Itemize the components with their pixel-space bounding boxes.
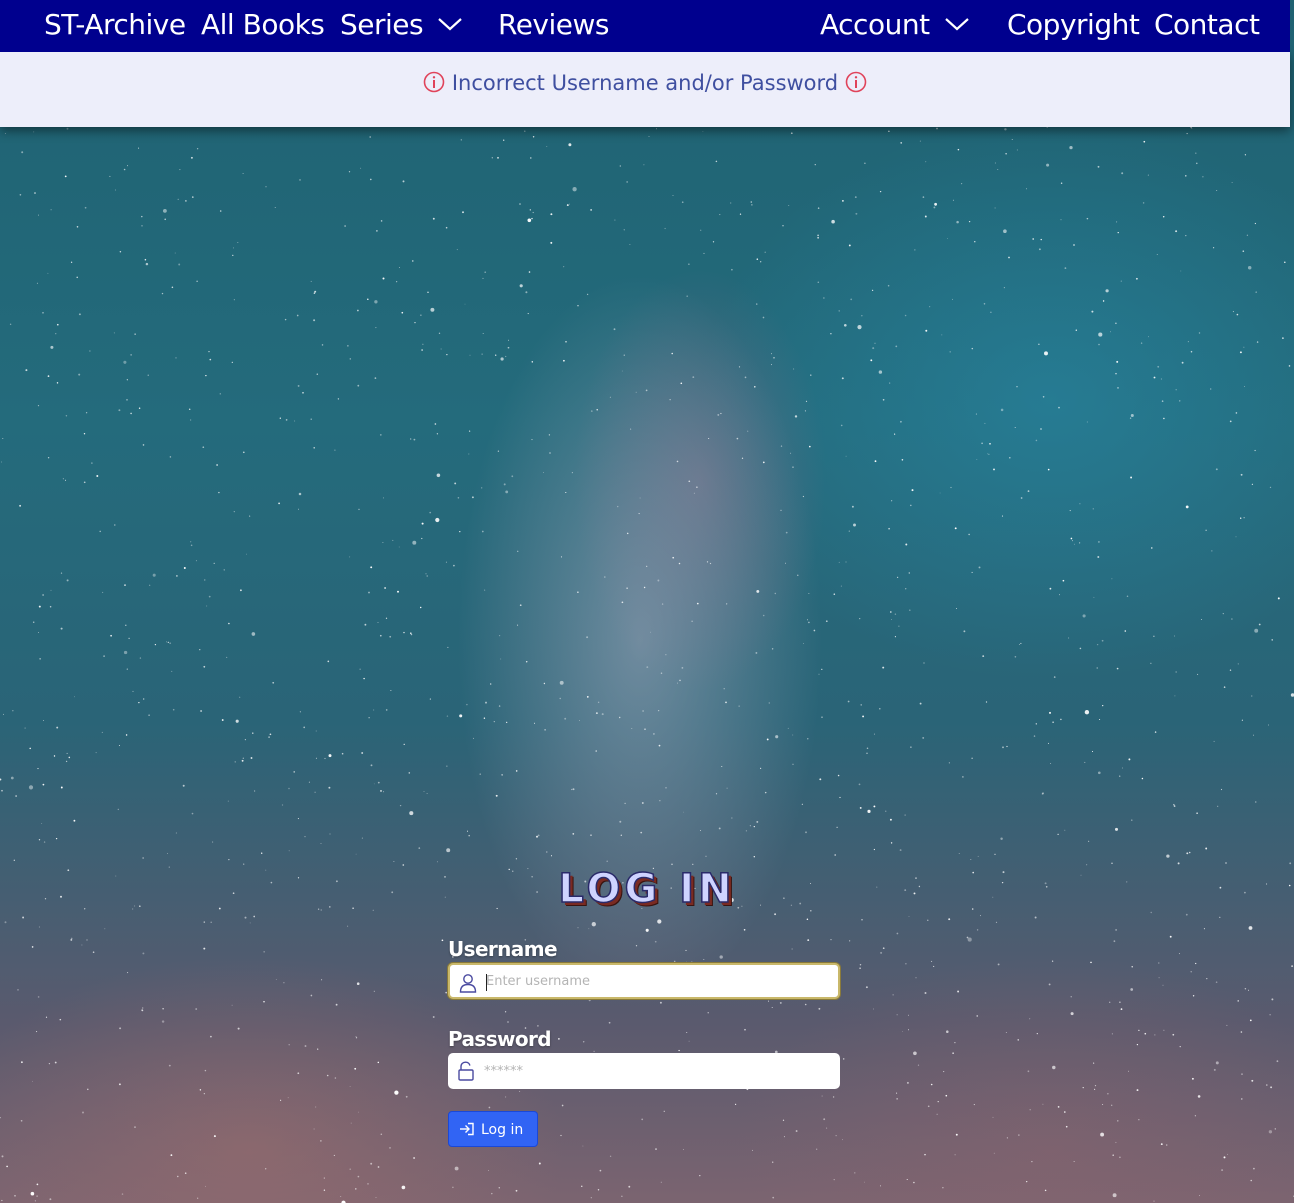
error-alert: Incorrect Username and/or Password bbox=[0, 71, 1290, 95]
password-input[interactable] bbox=[484, 1053, 824, 1089]
username-label: Username bbox=[448, 937, 558, 961]
info-circle-icon bbox=[423, 71, 445, 93]
chevron-down-icon bbox=[944, 18, 969, 31]
password-label: Password bbox=[448, 1027, 552, 1051]
chevron-down-icon bbox=[438, 18, 462, 31]
username-field-wrapper bbox=[448, 963, 840, 999]
login-button[interactable]: Log in bbox=[448, 1111, 539, 1147]
nav-series-label: Series bbox=[340, 8, 424, 41]
top-navbar: ST-Archive All Books Series Reviews Acco… bbox=[0, 0, 1290, 52]
password-field-wrapper bbox=[448, 1053, 840, 1089]
error-alert-bar: Incorrect Username and/or Password bbox=[0, 52, 1290, 127]
user-icon bbox=[459, 974, 477, 993]
nav-all-books-link[interactable]: All Books bbox=[201, 0, 325, 52]
unlock-icon bbox=[458, 1061, 474, 1081]
info-circle-icon bbox=[845, 71, 867, 93]
nav-account-label: Account bbox=[820, 8, 930, 41]
login-button-label: Log in bbox=[481, 1122, 524, 1138]
username-input[interactable] bbox=[486, 965, 826, 997]
login-heading: LOG IN bbox=[558, 865, 736, 913]
nav-account-dropdown[interactable]: Account bbox=[820, 0, 970, 52]
nav-brand-link[interactable]: ST-Archive bbox=[44, 0, 186, 52]
login-form: Username Password Log in bbox=[448, 935, 840, 1147]
login-icon bbox=[460, 1122, 474, 1135]
nav-reviews-link[interactable]: Reviews bbox=[498, 0, 610, 52]
nav-contact-link[interactable]: Contact bbox=[1154, 0, 1260, 52]
error-message: Incorrect Username and/or Password bbox=[451, 71, 839, 95]
nav-copyright-link[interactable]: Copyright bbox=[1007, 0, 1140, 52]
nav-series-dropdown[interactable]: Series bbox=[340, 0, 463, 52]
